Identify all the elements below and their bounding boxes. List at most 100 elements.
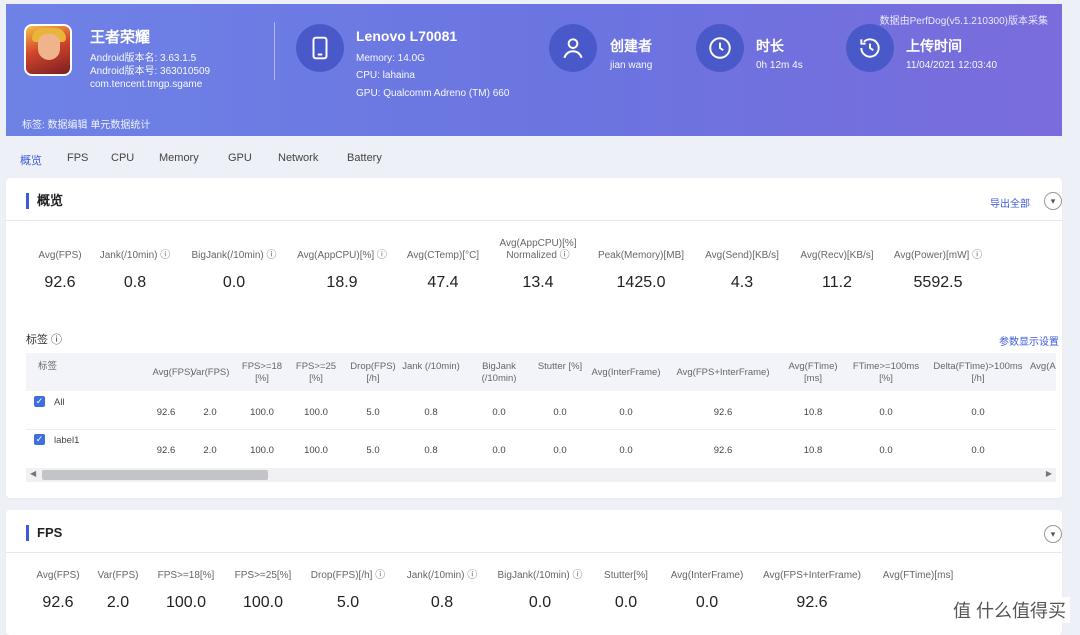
table-cell: 5.0 [366,407,380,418]
metric-label: Avg(CTemp)[°C] [406,250,480,261]
tab-battery[interactable]: Battery [347,152,382,164]
fps-card: FPS ▾ Avg(FPS) 92.6 Var(FPS) 2.0 FPS>=18… [6,510,1062,635]
table-cell: 10.8 [803,407,823,418]
label-stats-table: 标签 Avg(FPS) Var(FPS) FPS>=18 [%] FPS>=25… [26,353,1056,463]
tab-overview[interactable]: 概览 [20,152,42,168]
column-header: Avg(FPS+InterFrame) [676,367,770,378]
phone-icon [296,24,344,72]
column-header: 标签 [38,361,58,372]
app-package: com.tencent.tmgp.sgame [90,79,203,90]
fps-title: FPS [26,525,62,541]
table-cell: 0.0 [492,407,506,418]
metric-value: 4.3 [730,274,754,291]
metric-label: Avg(Power)[mW] ⓘ [893,250,983,261]
column-header: FPS>=25 [%] [295,361,337,384]
metric-value: 0.8 [123,274,147,291]
metric-label: Peak(Memory)[MB] [597,250,685,261]
duration-value: 0h 12m 4s [756,60,803,71]
table-cell: 100.0 [304,407,328,418]
metric-label: Avg(Recv)[KB/s] [800,250,874,261]
table-cell: 2.0 [203,407,217,418]
table-cell: 0.0 [971,445,985,456]
metric-value: 1425.0 [616,274,666,291]
metric-label: Avg(FPS+InterFrame) [763,570,861,581]
metric-value: 0.0 [528,594,552,611]
metric-value: 11.2 [822,274,852,291]
app-name: 王者荣耀 [90,29,151,46]
table-cell: 100.0 [250,445,274,456]
tab-network[interactable]: Network [278,152,318,164]
column-header: FPS>=18 [%] [241,361,283,384]
device-name: Lenovo L70081 [356,28,458,44]
overview-title: 概览 [26,193,63,209]
tab-cpu[interactable]: CPU [111,152,134,164]
table-cell: 0.8 [424,445,438,456]
metric-label: Jank(/10min) ⓘ [99,250,171,261]
table-cell: 0.0 [553,407,567,418]
chevron-down-icon[interactable]: ▾ [1044,192,1062,210]
table-cell: 0.0 [971,407,985,418]
metric-label: Jank(/10min) ⓘ [406,570,478,581]
table-cell: 10.8 [803,445,823,456]
table-header-row: 标签 Avg(FPS) Var(FPS) FPS>=18 [%] FPS>=25… [26,353,1056,391]
header-tag-line: 标签: 数据编辑 单元数据统计 [22,120,151,131]
table-cell: 1 [1048,407,1056,419]
scroll-right-icon[interactable]: ▶ [1046,469,1052,478]
metric-label: Avg(FTime)[ms] [882,570,954,581]
export-all-link[interactable]: 导出全部 [990,195,1030,210]
metric-label: Drop(FPS)[/h] ⓘ [310,570,386,581]
game-app-icon [24,24,72,76]
scroll-left-icon[interactable]: ◀ [30,469,36,478]
metric-label: Avg(AppCPU)[%] ⓘ [297,250,387,261]
tab-fps[interactable]: FPS [67,152,88,164]
row-label: All [54,397,65,408]
column-header: BigJank (/10min) [481,361,517,384]
column-header: Avg(A [1030,361,1056,372]
chevron-down-icon[interactable]: ▾ [1044,525,1062,543]
metric-value: 0.8 [430,594,454,611]
column-header: Avg(FTime) [ms] [788,361,838,384]
metric-label: Avg(AppCPU)[%] Normalized ⓘ [499,238,577,261]
scrollbar-thumb[interactable] [42,470,268,480]
table-row: ✓ All 92.6 2.0 100.0 100.0 5.0 0.8 0.0 0… [26,391,1056,430]
checkbox-label1[interactable]: ✓ [34,434,45,445]
horizontal-scrollbar[interactable]: ◀ ▶ [26,468,1056,482]
table-cell: 2.0 [203,445,217,456]
table-cell: 92.6 [713,407,733,418]
upload-time: 11/04/2021 12:03:40 [906,60,998,71]
column-header: Drop(FPS) [/h] [350,361,396,384]
divider [6,552,1062,553]
device-cpu: CPU: lahaina [356,70,415,81]
metric-label: BigJank(/10min) ⓘ [497,570,583,581]
app-version-code: Android版本号: 363010509 [90,66,211,77]
metric-value: 5592.5 [913,274,963,291]
table-cell: 5.0 [366,445,380,456]
column-header: FTime>=100ms [%] [852,361,920,384]
site-watermark: 值 什么值得买 [948,597,1070,623]
metric-label: Avg(Send)[KB/s] [705,250,779,261]
upload-title: 上传时间 [906,38,962,54]
metric-value: 47.4 [427,274,459,291]
table-cell: 100.0 [250,407,274,418]
metric-value: 0.0 [695,594,719,611]
checkbox-all[interactable]: ✓ [34,396,45,407]
column-header: Jank (/10min) [402,361,460,372]
tab-memory[interactable]: Memory [159,152,199,164]
table-cell: 0.0 [879,407,893,418]
param-display-settings-link[interactable]: 参数显示设置 [999,333,1059,348]
metric-value: 5.0 [336,594,360,611]
divider [6,220,1062,221]
report-header: 数据由PerfDog(v5.1.210300)版本采集 王者荣耀 Android… [6,4,1062,136]
duration-title: 时长 [756,38,784,54]
column-header: Var(FPS) [190,367,230,378]
table-cell: 0.0 [553,445,567,456]
metric-label: BigJank(/10min) ⓘ [191,250,277,261]
column-header: Delta(FTime)>100ms [/h] [933,361,1023,384]
metric-value: 18.9 [326,274,358,291]
metric-value: 13.4 [522,274,554,291]
history-icon [846,24,894,72]
table-cell: 0.8 [424,407,438,418]
table-cell: 92.6 [713,445,733,456]
header-divider [274,22,275,80]
tab-gpu[interactable]: GPU [228,152,252,164]
